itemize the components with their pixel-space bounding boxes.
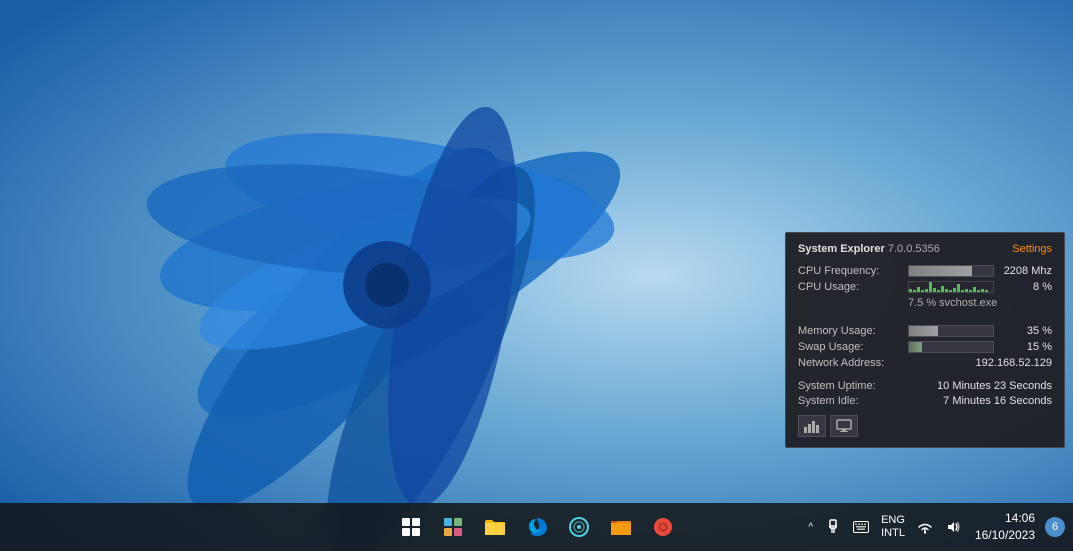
- widget-divider-2: [798, 372, 1052, 380]
- folder-icon: [610, 518, 632, 536]
- language-indicator[interactable]: ENG INTL: [877, 512, 909, 542]
- widget-title: System Explorer 7.0.0.5356: [798, 243, 940, 255]
- red-app-icon: [652, 516, 674, 538]
- file-explorer-icon: [484, 518, 506, 536]
- clock-date: 16/10/2023: [975, 527, 1035, 544]
- swap-usage-bar: [908, 341, 994, 353]
- clock-display[interactable]: 14:06 16/10/2023: [969, 508, 1041, 546]
- cpu-frequency-value: 2208 Mhz: [1000, 265, 1052, 277]
- taskbar-edge-button[interactable]: [517, 507, 557, 547]
- taskbar-center: [391, 507, 683, 547]
- taskbar: ^: [0, 503, 1073, 551]
- widget-divider-1: [798, 317, 1052, 325]
- windows-logo-icon: [402, 518, 420, 536]
- system-uptime-row: System Uptime: 10 Minutes 23 Seconds: [798, 380, 1052, 392]
- edge-icon: [526, 516, 548, 538]
- cpu-usage-bar: [908, 281, 994, 293]
- memory-usage-bar: [908, 325, 994, 337]
- widget-settings-link[interactable]: Settings: [1012, 243, 1052, 255]
- taskbar-red-app-button[interactable]: [643, 507, 683, 547]
- cpu-usage-value: 8 %: [1000, 281, 1052, 293]
- taskbar-explorer-button[interactable]: [475, 507, 515, 547]
- swap-usage-label: Swap Usage:: [798, 341, 908, 353]
- cpu-frequency-row: CPU Frequency: 2208 Mhz: [798, 265, 1052, 277]
- tray-volume-icon[interactable]: [941, 515, 965, 539]
- notification-badge[interactable]: 6: [1045, 517, 1065, 537]
- memory-usage-value: 35 %: [1000, 325, 1052, 337]
- swap-usage-value: 15 %: [1000, 341, 1052, 353]
- system-uptime-value: 10 Minutes 23 Seconds: [937, 380, 1052, 392]
- tray-power-icon[interactable]: [821, 515, 845, 539]
- cortana-icon: [568, 516, 590, 538]
- swap-usage-bar-fill: [909, 342, 922, 352]
- cpu-frequency-bar-fill: [909, 266, 972, 276]
- tray-network-icon[interactable]: [913, 515, 937, 539]
- cpu-frequency-label: CPU Frequency:: [798, 265, 908, 277]
- widgets-icon: [443, 517, 463, 537]
- tray-keyboard-icon[interactable]: [849, 515, 873, 539]
- taskbar-cortana-button[interactable]: [559, 507, 599, 547]
- system-explorer-widget: System Explorer 7.0.0.5356 Settings CPU …: [785, 232, 1065, 448]
- network-address-value: 192.168.52.129: [976, 357, 1052, 369]
- cpu-usage-row: CPU Usage:: [798, 281, 1052, 293]
- taskbar-folder-button[interactable]: [601, 507, 641, 547]
- taskbar-widgets-button[interactable]: [433, 507, 473, 547]
- memory-usage-row: Memory Usage: 35 %: [798, 325, 1052, 337]
- memory-usage-bar-fill: [909, 326, 938, 336]
- cpu-process-info: 7.5 % svchost.exe: [908, 297, 1052, 309]
- cpu-frequency-bar: [908, 265, 994, 277]
- show-hidden-icons-button[interactable]: ^: [804, 518, 817, 537]
- network-address-label: Network Address:: [798, 357, 884, 369]
- system-idle-value: 7 Minutes 16 Seconds: [943, 395, 1052, 407]
- system-idle-row: System Idle: 7 Minutes 16 Seconds: [798, 395, 1052, 407]
- widget-monitor-icon[interactable]: [830, 415, 858, 437]
- widget-header: System Explorer 7.0.0.5356 Settings: [798, 243, 1052, 255]
- start-button[interactable]: [391, 507, 431, 547]
- widget-chart-icon[interactable]: [798, 415, 826, 437]
- clock-time: 14:06: [1005, 510, 1035, 527]
- memory-usage-label: Memory Usage:: [798, 325, 908, 337]
- widget-bottom-icons: [798, 415, 1052, 437]
- swap-usage-row: Swap Usage: 15 %: [798, 341, 1052, 353]
- cpu-usage-label: CPU Usage:: [798, 281, 908, 293]
- taskbar-right: ^: [804, 508, 1065, 546]
- desktop: System Explorer 7.0.0.5356 Settings CPU …: [0, 0, 1073, 551]
- network-address-row: Network Address: 192.168.52.129: [798, 357, 1052, 369]
- system-uptime-label: System Uptime:: [798, 380, 876, 392]
- system-idle-label: System Idle:: [798, 395, 859, 407]
